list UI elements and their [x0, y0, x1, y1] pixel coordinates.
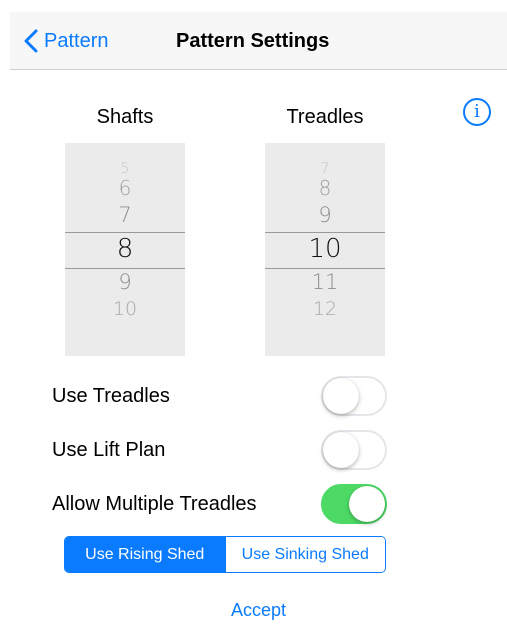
info-icon: i [474, 101, 480, 122]
allow-multiple-treadles-row: Allow Multiple Treadles [52, 482, 387, 526]
picker-row: 12 [312, 298, 338, 320]
picker-row: 5 [120, 161, 130, 177]
picker-row: 9 [118, 270, 132, 294]
status-strip [0, 0, 507, 12]
shed-segmented-control: Use Rising Shed Use Sinking Shed [64, 536, 386, 573]
picker-row: 11 [311, 270, 339, 294]
allow-multiple-treadles-label: Allow Multiple Treadles [52, 493, 257, 515]
picker-selected-value: 8 [116, 234, 134, 264]
picker-row: 7 [118, 203, 132, 227]
use-lift-plan-row: Use Lift Plan [52, 428, 387, 472]
page-title: Pattern Settings [176, 30, 330, 52]
chevron-left-icon [24, 29, 38, 53]
treadles-picker[interactable]: 7 8 9 10 11 12 [265, 143, 385, 356]
settings-screen: Pattern Pattern Settings Shafts Treadles… [0, 0, 507, 639]
picker-selected-value: 10 [308, 234, 342, 264]
switch-knob [349, 486, 385, 522]
use-treadles-row: Use Treadles [52, 374, 387, 418]
accept-button[interactable]: Accept [10, 598, 507, 622]
back-button-label: Pattern [44, 30, 109, 52]
picker-row: 8 [318, 176, 332, 200]
picker-row: 6 [118, 176, 132, 200]
info-button[interactable]: i [463, 98, 491, 126]
use-treadles-switch[interactable] [321, 376, 387, 416]
shafts-picker[interactable]: 5 6 7 8 9 10 [65, 143, 185, 356]
shafts-label: Shafts [96, 106, 154, 128]
switch-knob [323, 378, 359, 414]
sinking-shed-segment[interactable]: Use Sinking Shed [224, 537, 385, 572]
use-lift-plan-label: Use Lift Plan [52, 439, 166, 461]
use-treadles-label: Use Treadles [52, 385, 170, 407]
allow-multiple-treadles-switch[interactable] [321, 484, 387, 524]
picker-row: 9 [318, 203, 332, 227]
navigation-bar: Pattern Pattern Settings [10, 12, 507, 70]
rising-shed-segment[interactable]: Use Rising Shed [65, 537, 225, 572]
picker-row: 7 [320, 161, 330, 177]
treadles-label: Treadles [286, 106, 364, 128]
switch-knob [323, 432, 359, 468]
use-lift-plan-switch[interactable] [321, 430, 387, 470]
picker-row: 10 [112, 298, 138, 320]
settings-content: Shafts Treadles i 5 6 7 8 9 10 7 8 9 10 … [10, 70, 507, 639]
back-button[interactable]: Pattern [24, 26, 108, 56]
